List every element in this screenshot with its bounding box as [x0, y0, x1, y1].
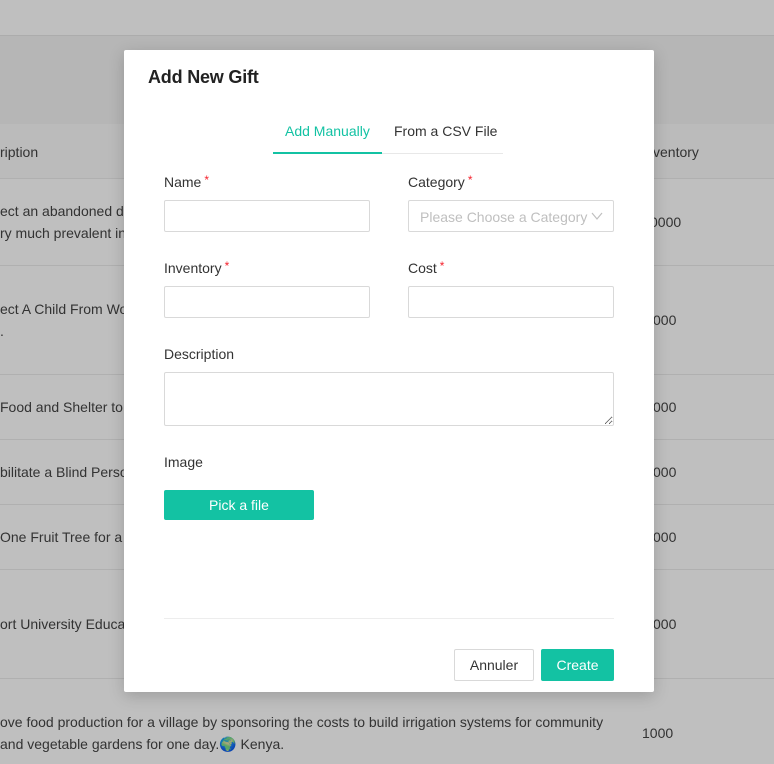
pick-file-button[interactable]: Pick a file	[164, 490, 314, 520]
description-textarea[interactable]	[164, 372, 614, 426]
active-tab-indicator	[273, 152, 382, 154]
inventory-input[interactable]	[164, 286, 370, 318]
add-gift-modal: Add New Gift Add Manually From a CSV Fil…	[124, 50, 654, 692]
required-mark: *	[224, 259, 230, 273]
description-label: Description	[164, 346, 235, 362]
required-mark: *	[467, 173, 473, 187]
cost-input[interactable]	[408, 286, 614, 318]
name-input[interactable]	[164, 200, 370, 232]
category-select[interactable]: Please Choose a Category	[408, 200, 614, 232]
cancel-button[interactable]: Annuler	[454, 649, 534, 681]
create-button[interactable]: Create	[541, 649, 614, 681]
modal-title: Add New Gift	[148, 67, 259, 87]
required-mark: *	[439, 259, 445, 273]
category-label: Category *	[408, 173, 473, 190]
inventory-label: Inventory *	[164, 259, 230, 276]
required-mark: *	[204, 173, 210, 187]
tab-bar: Add Manually From a CSV File	[273, 116, 503, 154]
chevron-down-icon	[591, 212, 603, 220]
name-label: Name *	[164, 173, 210, 190]
tab-from-csv[interactable]: From a CSV File	[394, 123, 497, 139]
cost-label: Cost *	[408, 259, 445, 276]
tab-add-manually[interactable]: Add Manually	[285, 123, 370, 139]
category-placeholder: Please Choose a Category	[420, 209, 588, 225]
image-label: Image	[164, 454, 203, 470]
footer-divider	[164, 618, 614, 619]
